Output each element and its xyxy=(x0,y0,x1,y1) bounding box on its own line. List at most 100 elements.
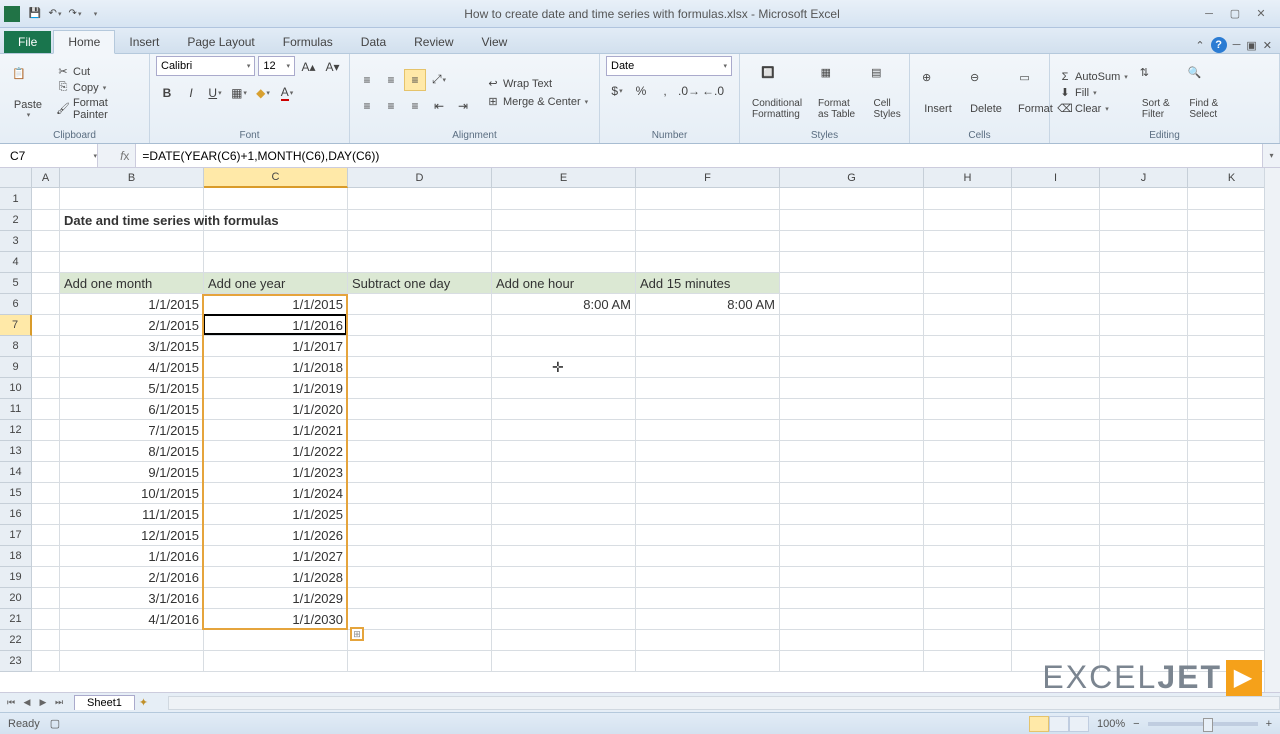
cell[interactable] xyxy=(1012,441,1100,462)
cell[interactable]: 1/1/2028 xyxy=(204,567,348,588)
cell[interactable] xyxy=(1188,630,1276,651)
align-top-icon[interactable]: ≡ xyxy=(356,69,378,91)
cell[interactable] xyxy=(924,567,1012,588)
cell[interactable] xyxy=(492,630,636,651)
cell[interactable] xyxy=(924,651,1012,672)
cell[interactable] xyxy=(204,252,348,273)
cell[interactable]: 9/1/2015 xyxy=(60,462,204,483)
row-header[interactable]: 9 xyxy=(0,357,32,378)
column-header[interactable]: B xyxy=(60,168,204,188)
column-header[interactable]: F xyxy=(636,168,780,188)
cell[interactable] xyxy=(1012,462,1100,483)
workbook-close-icon[interactable]: ✕ xyxy=(1263,39,1272,52)
cell[interactable] xyxy=(348,525,492,546)
zoom-level[interactable]: 100% xyxy=(1097,718,1125,730)
cell[interactable] xyxy=(636,525,780,546)
currency-icon[interactable]: $▾ xyxy=(606,80,628,102)
cell[interactable]: 8:00 AM xyxy=(492,294,636,315)
cell[interactable] xyxy=(492,252,636,273)
cell[interactable] xyxy=(1012,630,1100,651)
cell[interactable] xyxy=(924,483,1012,504)
file-tab[interactable]: File xyxy=(4,31,51,53)
row-header[interactable]: 19 xyxy=(0,567,32,588)
expand-formula-bar-icon[interactable]: ▾ xyxy=(1262,144,1280,167)
paste-button[interactable]: 📋 Paste ▾ xyxy=(6,65,50,121)
cell[interactable] xyxy=(32,588,60,609)
cell[interactable] xyxy=(1188,210,1276,231)
cell[interactable] xyxy=(924,273,1012,294)
cell[interactable] xyxy=(780,525,924,546)
column-header[interactable]: I xyxy=(1012,168,1100,188)
cell[interactable] xyxy=(492,588,636,609)
cell[interactable] xyxy=(1012,483,1100,504)
cell[interactable] xyxy=(1188,336,1276,357)
cell[interactable] xyxy=(1012,567,1100,588)
cell[interactable] xyxy=(780,252,924,273)
qat-customize-icon[interactable]: ▾ xyxy=(86,5,104,23)
cell[interactable] xyxy=(780,630,924,651)
row-header[interactable]: 2 xyxy=(0,210,32,231)
row-header[interactable]: 20 xyxy=(0,588,32,609)
cell[interactable] xyxy=(1100,357,1188,378)
column-header[interactable]: C xyxy=(204,168,348,188)
cell[interactable] xyxy=(348,188,492,210)
cell[interactable]: 1/1/2016 xyxy=(60,546,204,567)
cell[interactable]: 1/1/2022 xyxy=(204,441,348,462)
cell[interactable] xyxy=(636,231,780,252)
cell[interactable] xyxy=(1188,188,1276,210)
cell[interactable] xyxy=(1188,231,1276,252)
cell[interactable] xyxy=(1100,273,1188,294)
conditional-formatting-button[interactable]: 🔲Conditional Formatting xyxy=(746,64,808,122)
cell[interactable]: 6/1/2015 xyxy=(60,399,204,420)
row-header[interactable]: 8 xyxy=(0,336,32,357)
save-icon[interactable]: 💾 xyxy=(26,5,44,23)
decrease-decimal-icon[interactable]: ←.0 xyxy=(702,80,724,102)
cell[interactable] xyxy=(780,420,924,441)
row-header[interactable]: 6 xyxy=(0,294,32,315)
cell[interactable] xyxy=(1100,336,1188,357)
cell[interactable]: 4/1/2016 xyxy=(60,609,204,630)
tab-data[interactable]: Data xyxy=(347,31,400,53)
cell[interactable] xyxy=(1100,483,1188,504)
cell[interactable] xyxy=(1188,609,1276,630)
cell[interactable] xyxy=(1012,188,1100,210)
cell[interactable] xyxy=(348,294,492,315)
cell-styles-button[interactable]: ▤Cell Styles xyxy=(865,64,909,122)
cell[interactable] xyxy=(636,651,780,672)
cell[interactable] xyxy=(636,483,780,504)
align-center-icon[interactable]: ≡ xyxy=(380,95,402,117)
name-box[interactable]: C7▾ xyxy=(0,144,98,167)
italic-button[interactable]: I xyxy=(180,82,202,104)
cell[interactable] xyxy=(636,252,780,273)
cell[interactable] xyxy=(1188,567,1276,588)
cell[interactable] xyxy=(1100,441,1188,462)
cell[interactable] xyxy=(492,441,636,462)
cell[interactable] xyxy=(780,188,924,210)
zoom-in-button[interactable]: + xyxy=(1266,718,1272,730)
delete-cells-button[interactable]: ⊖Delete xyxy=(964,69,1008,117)
cell[interactable] xyxy=(780,231,924,252)
cell[interactable]: 1/1/2021 xyxy=(204,420,348,441)
redo-icon[interactable]: ↷▾ xyxy=(66,5,84,23)
cell[interactable] xyxy=(348,378,492,399)
align-left-icon[interactable]: ≡ xyxy=(356,95,378,117)
cell[interactable] xyxy=(1012,357,1100,378)
format-as-table-button[interactable]: ▦Format as Table xyxy=(812,64,861,122)
cell[interactable] xyxy=(1100,588,1188,609)
cell[interactable] xyxy=(32,462,60,483)
cell[interactable] xyxy=(636,315,780,336)
cell[interactable]: 1/1/2029 xyxy=(204,588,348,609)
cell[interactable] xyxy=(924,399,1012,420)
cell[interactable] xyxy=(1100,315,1188,336)
cell[interactable] xyxy=(636,210,780,231)
cell[interactable] xyxy=(60,630,204,651)
decrease-font-icon[interactable]: A▾ xyxy=(322,56,343,78)
cell[interactable] xyxy=(636,462,780,483)
merge-center-button[interactable]: ⊞Merge & Center▾ xyxy=(484,95,590,109)
cell[interactable] xyxy=(32,231,60,252)
cell[interactable] xyxy=(1012,588,1100,609)
cell[interactable] xyxy=(348,588,492,609)
cell[interactable] xyxy=(924,210,1012,231)
cell[interactable] xyxy=(636,357,780,378)
comma-icon[interactable]: , xyxy=(654,80,676,102)
